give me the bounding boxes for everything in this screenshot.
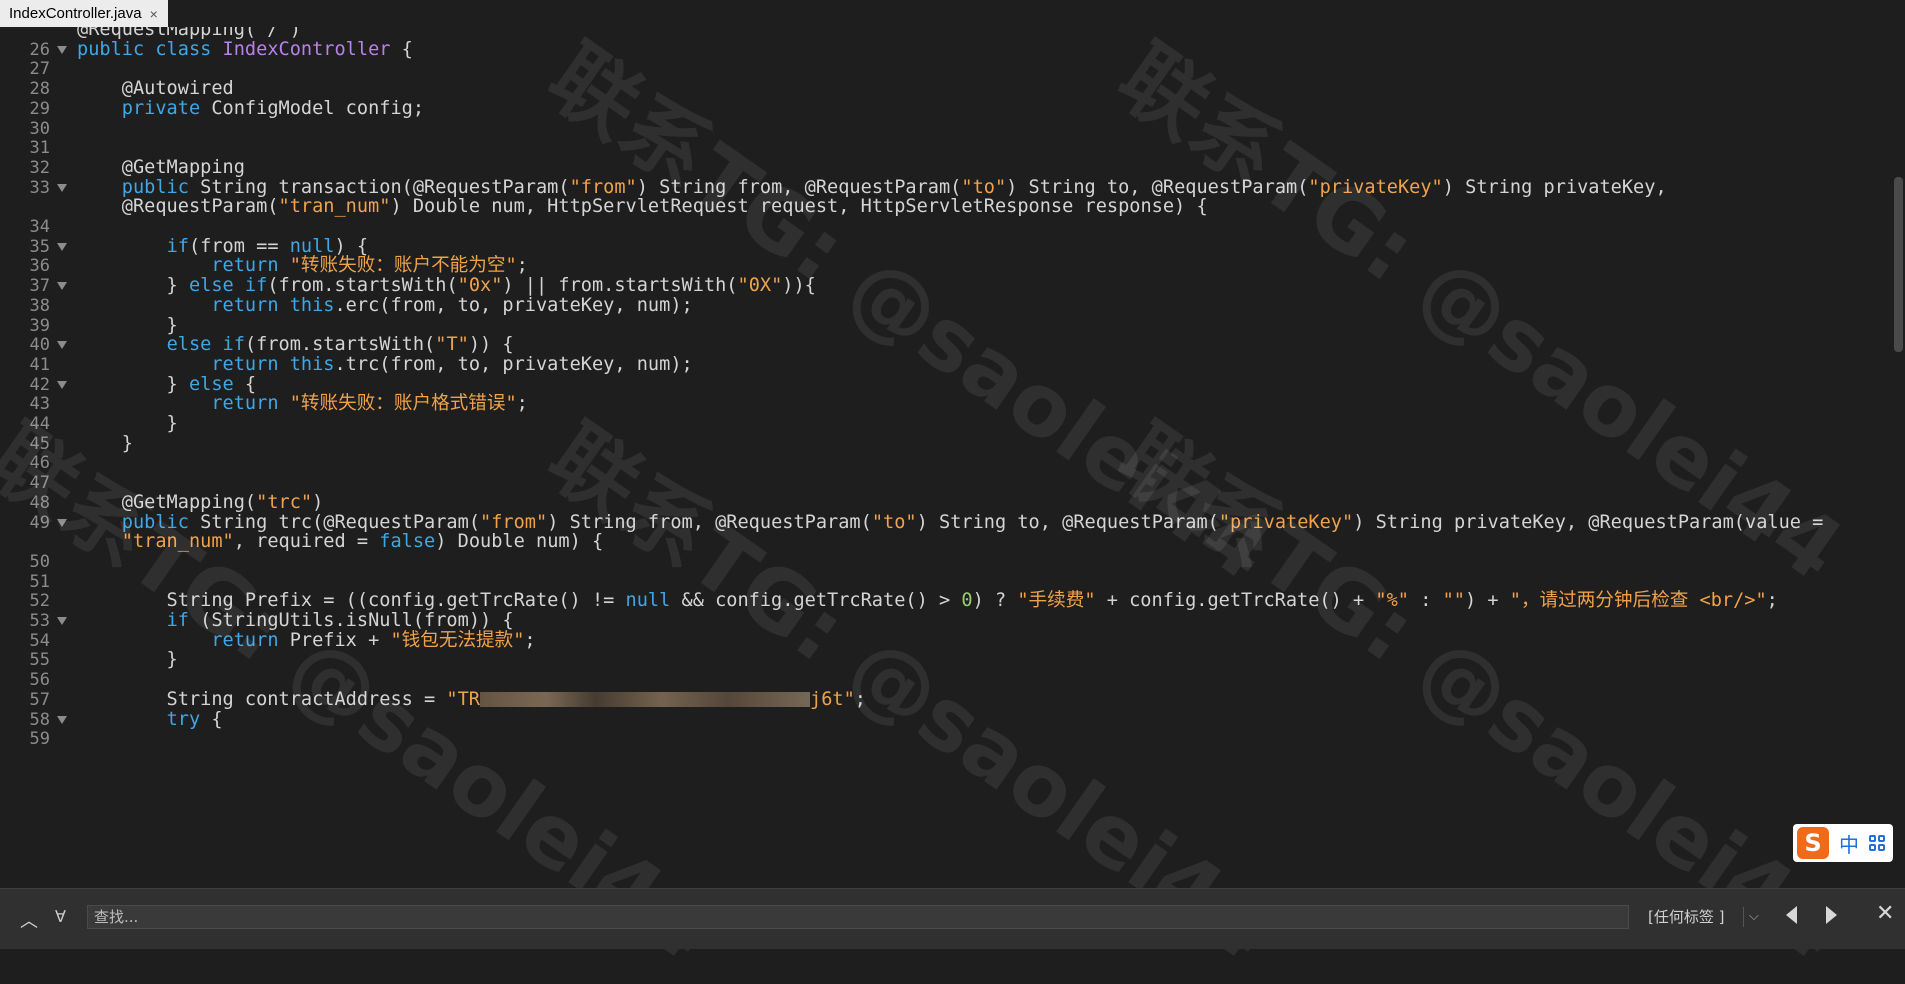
ime-toolbar[interactable]: S 中 xyxy=(1793,824,1893,862)
tag-scope-dropdown[interactable]: [任何标签 ] ⌵ xyxy=(1648,905,1765,929)
find-input[interactable]: 查找... xyxy=(87,905,1629,929)
ime-menu-icon[interactable] xyxy=(1869,835,1885,851)
chevron-down-icon[interactable]: ⌵ xyxy=(1749,905,1759,929)
close-find-icon[interactable]: ✕ xyxy=(1876,901,1894,926)
next-result-icon[interactable] xyxy=(1826,906,1837,924)
filter-icon[interactable]: ∀ xyxy=(55,907,66,926)
line-number: 59 xyxy=(29,729,50,750)
fold-arrow-icon[interactable] xyxy=(57,183,67,192)
scrollbar-thumb[interactable] xyxy=(1894,177,1903,352)
fold-arrow-icon[interactable] xyxy=(57,282,67,291)
fold-arrow-icon[interactable] xyxy=(57,715,67,724)
code-editor[interactable]: @RequestMapping("/") 26 public class Index… xyxy=(0,27,1905,888)
fold-arrow-icon[interactable] xyxy=(57,617,67,625)
file-tab[interactable]: IndexController.java × xyxy=(0,0,168,27)
code-line[interactable]: 59 xyxy=(0,727,1890,751)
vertical-scrollbar[interactable] xyxy=(1892,27,1905,888)
tab-close-icon[interactable]: × xyxy=(150,6,158,22)
fold-arrow-icon[interactable] xyxy=(57,45,67,54)
ime-logo-icon[interactable]: S xyxy=(1797,827,1829,859)
find-bar: ︿ ∀ 查找... [任何标签 ] ⌵ ✕ xyxy=(0,888,1905,949)
fold-arrow-icon[interactable] xyxy=(57,242,67,251)
collapse-up-icon[interactable]: ︿ xyxy=(20,907,38,933)
fold-arrow-icon[interactable] xyxy=(57,380,67,389)
fold-arrow-icon[interactable] xyxy=(57,518,67,527)
tag-scope-label: [任何标签 ] xyxy=(1648,908,1725,926)
fold-arrow-icon[interactable] xyxy=(57,341,67,350)
dropdown-divider xyxy=(1743,907,1744,927)
file-tab-label: IndexController.java xyxy=(9,5,142,22)
tab-bar: IndexController.java × xyxy=(0,0,1905,28)
previous-result-icon[interactable] xyxy=(1786,906,1797,924)
ime-mode-label[interactable]: 中 xyxy=(1839,829,1859,858)
